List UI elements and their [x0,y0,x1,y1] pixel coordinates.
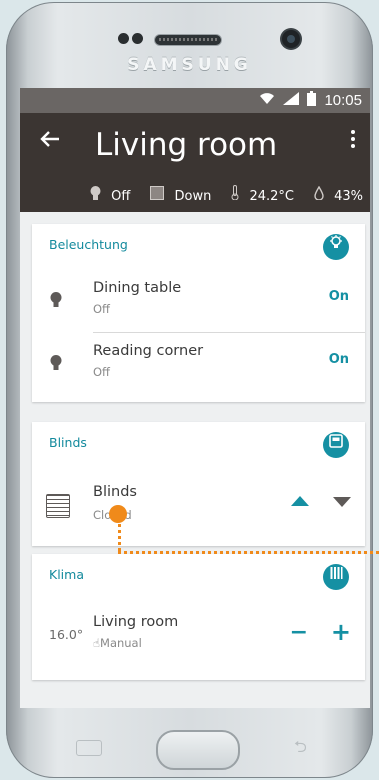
summary-temperature: 24.2°C [231,185,294,204]
phone-frame: SAMSUNG 10:05 Living room Off Down 24.2°… [6,2,373,778]
earpiece-speaker [154,34,222,46]
climate-card: Klima 16.0° Living room ☝Manual − + [32,554,365,680]
turn-on-button[interactable]: On [329,352,349,367]
thermometer-icon [231,185,243,204]
brand-logo: SAMSUNG [127,55,252,75]
annotation-marker [109,505,127,523]
lighting-card: Beleuchtung Dining table Off On Reading … [32,224,365,402]
card-title-blinds: Blinds [49,435,87,450]
battery-icon [307,91,317,110]
app-bar: Living room Off Down 24.2°C 43% [20,113,370,212]
bulb-icon [50,355,62,375]
card-title-climate: Klima [49,567,84,582]
light-name: Reading corner [93,343,204,359]
climate-row[interactable]: 16.0° Living room ☝Manual − + [32,606,365,666]
page-title: Living room [95,127,278,163]
lower-blinds-button[interactable] [333,497,351,507]
bulb-icon [90,185,105,204]
increase-temperature-button[interactable]: + [331,618,351,646]
back-nav-icon[interactable]: ⮌ [294,736,307,763]
blinds-row[interactable]: Blinds Closed [32,480,365,540]
sensor-dot [132,33,143,44]
light-state: Off [93,302,110,316]
bulb-icon [50,292,62,312]
climate-mode: ☝Manual [93,636,142,650]
light-row-dining-table[interactable]: Dining table Off On [32,270,365,330]
setpoint-temperature: 16.0° [49,627,84,642]
light-name: Dining table [93,280,182,296]
light-state: Off [93,365,110,379]
blinds-icon [46,494,70,518]
content-area: Beleuchtung Dining table Off On Reading … [20,212,370,708]
blinds-action-icon[interactable] [323,432,349,458]
summary-humidity: 43% [314,185,363,204]
screen: 10:05 Living room Off Down 24.2°C 43% Be… [20,88,370,708]
hand-icon: ☝ [93,636,101,650]
summary-blinds: Down [150,185,211,204]
radiator-action-icon[interactable] [323,564,349,590]
annotation-dotted-line [118,551,379,554]
clock: 10:05 [324,92,362,109]
front-camera [282,30,300,48]
sensor-dot [118,33,129,44]
card-title-lighting: Beleuchtung [49,237,128,252]
phone-top-bezel: SAMSUNG [6,2,373,90]
back-arrow-icon[interactable] [40,129,60,154]
blinds-icon [150,185,168,204]
summary-light: Off [90,185,130,204]
decrease-temperature-button[interactable]: − [290,620,308,645]
overflow-menu-icon[interactable] [350,129,356,155]
recent-apps-icon[interactable] [76,740,102,756]
blinds-name: Blinds [93,484,137,500]
droplet-icon [314,185,328,204]
status-bar: 10:05 [20,88,370,113]
turn-on-button[interactable]: On [329,289,349,304]
room-summary: Off Down 24.2°C 43% [90,185,363,204]
raise-blinds-button[interactable] [291,496,309,506]
light-row-reading-corner[interactable]: Reading corner Off On [32,333,365,393]
lightbulb-action-icon[interactable] [323,234,349,260]
blinds-card: Blinds Blinds Closed [32,422,365,546]
signal-icon [283,92,300,109]
climate-name: Living room [93,614,179,630]
wifi-icon [259,92,275,109]
home-button[interactable] [156,730,240,770]
